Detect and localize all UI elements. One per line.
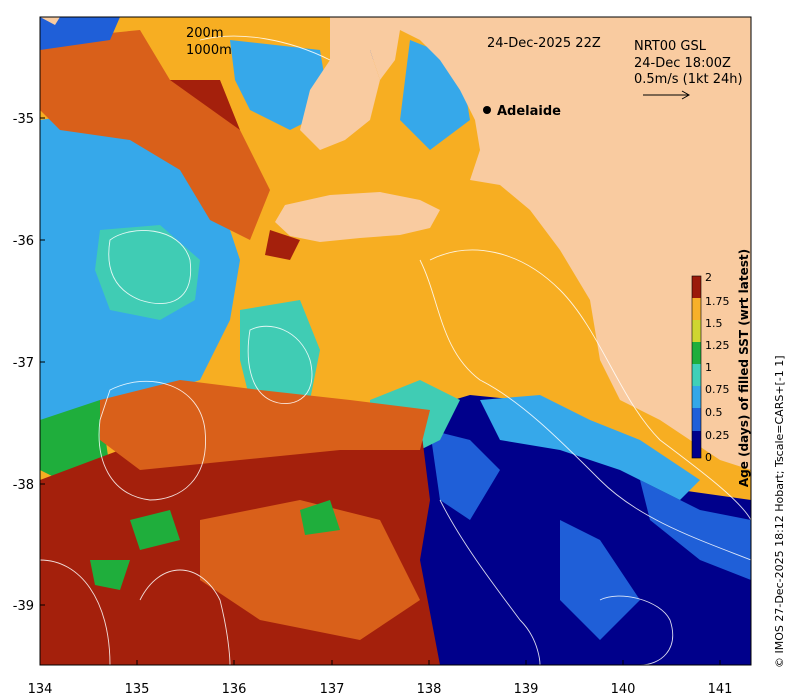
y-tick-label: -38 <box>13 478 34 493</box>
date-label: 24-Dec-2025 22Z <box>487 36 601 51</box>
colorbar-tick: 0 <box>705 451 712 464</box>
y-tick-label: -36 <box>13 234 34 249</box>
x-tick: 139 <box>514 660 539 697</box>
x-tick: 141 <box>708 660 733 697</box>
colorbar-tick: 2 <box>705 271 712 284</box>
colorbar-tick: 0.25 <box>705 429 730 442</box>
x-tick-label: 138 <box>417 682 442 697</box>
colorbar-tick: 1.25 <box>705 339 730 352</box>
x-tick-label: 137 <box>320 682 345 697</box>
colorbar-seg-5 <box>692 320 701 342</box>
y-tick-label: -35 <box>13 112 34 127</box>
colorbar-seg-3 <box>692 364 701 386</box>
colorbar-tick: 0.75 <box>705 383 730 396</box>
contour-1000-label: 1000m <box>186 43 232 58</box>
map-plot-area <box>40 17 751 665</box>
x-tick-label: 134 <box>28 682 53 697</box>
colorbar-tick: 0.5 <box>705 406 723 419</box>
x-tick-label: 135 <box>125 682 150 697</box>
x-tick-label: 141 <box>708 682 733 697</box>
model-label: NRT00 GSL <box>634 39 707 54</box>
contour-200-label: 200m <box>186 26 223 41</box>
colorbar-tick: 1 <box>705 361 712 374</box>
colorbar-seg-4 <box>692 342 701 364</box>
x-axis: 134 135 136 137 138 139 140 141 <box>28 660 733 697</box>
city-label: Adelaide <box>497 104 561 119</box>
colorbar-seg-2 <box>692 386 701 408</box>
sst-age-map: 134 135 136 137 138 139 140 141 -35 -36 … <box>13 16 786 697</box>
y-tick-label: -39 <box>13 599 34 614</box>
x-tick: 138 <box>417 660 442 697</box>
model-time: 24-Dec 18:00Z <box>634 56 731 71</box>
x-tick: 140 <box>611 660 636 697</box>
x-tick: 136 <box>222 660 247 697</box>
city-dot-icon <box>483 106 491 114</box>
colorbar-tick: 1.75 <box>705 295 730 308</box>
y-tick-label: -37 <box>13 356 34 371</box>
colorbar-seg-6 <box>692 298 701 320</box>
colorbar-seg-7 <box>692 276 701 298</box>
x-tick-label: 139 <box>514 682 539 697</box>
x-tick-label: 140 <box>611 682 636 697</box>
credit-text: © IMOS 27-Dec-2025 18:12 Hobart; Tscale=… <box>773 355 786 668</box>
colorbar-title: Age (days) of filled SST (wrt latest) <box>737 249 751 487</box>
colorbar-seg-1 <box>692 408 701 431</box>
x-tick: 135 <box>125 660 150 697</box>
x-tick-label: 136 <box>222 682 247 697</box>
colorbar-seg-0 <box>692 431 701 458</box>
x-tick: 137 <box>320 660 345 697</box>
vector-scale-label: 0.5m/s (1kt 24h) <box>634 72 743 87</box>
x-tick: 134 <box>28 660 53 697</box>
colorbar-tick: 1.5 <box>705 317 723 330</box>
